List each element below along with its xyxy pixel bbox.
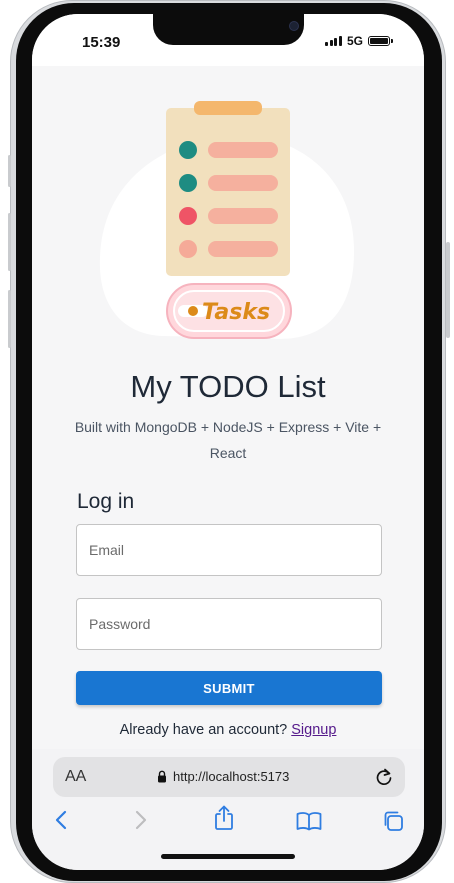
url-display[interactable]: http://localhost:5173 <box>157 769 289 784</box>
url-text: http://localhost:5173 <box>173 769 290 784</box>
app-subtitle: Built with MongoDB + NodeJS + Express + … <box>74 419 382 461</box>
tasks-label: Tasks <box>202 300 270 325</box>
todo-illustration: Tasks <box>99 101 354 339</box>
notch <box>153 14 304 45</box>
submit-button[interactable]: SUBMIT <box>76 671 382 705</box>
app-title: My TODO List <box>130 369 326 404</box>
bookmarks-icon[interactable] <box>296 811 322 831</box>
battery-icon <box>368 36 393 46</box>
home-indicator <box>161 854 295 859</box>
task-dot-icon <box>179 207 197 225</box>
camera-icon <box>289 21 299 31</box>
task-dot-icon <box>179 174 197 192</box>
text-size-button[interactable]: AA <box>65 768 86 786</box>
login-heading: Log in <box>77 490 135 513</box>
status-indicators: 5G <box>325 34 393 48</box>
signup-row: Already have an account? Signup <box>32 722 424 738</box>
share-icon[interactable] <box>213 805 235 831</box>
task-dot-icon <box>179 240 197 258</box>
task-bar-icon <box>208 175 278 191</box>
signal-icon <box>325 36 342 46</box>
clipboard-clip-icon <box>194 101 262 115</box>
back-icon[interactable] <box>54 809 68 831</box>
browser-bar: AA http://localhost:5173 <box>32 749 424 870</box>
network-type: 5G <box>346 34 363 48</box>
power-button <box>446 242 450 338</box>
tabs-icon[interactable] <box>382 810 404 832</box>
signup-link[interactable]: Signup <box>291 722 336 738</box>
forward-icon[interactable] <box>134 809 148 831</box>
task-bar-icon <box>208 241 278 257</box>
signup-prompt: Already have an account? <box>119 722 288 738</box>
task-dot-icon <box>179 141 197 159</box>
password-field[interactable] <box>76 598 382 650</box>
task-bar-icon <box>208 208 278 224</box>
lock-icon <box>158 770 166 783</box>
volume-down-button <box>8 290 11 348</box>
toggle-knob-icon <box>188 306 198 316</box>
status-bar: 15:39 5G <box>32 14 424 66</box>
status-time: 15:39 <box>82 34 121 51</box>
address-bar[interactable]: AA http://localhost:5173 <box>53 757 405 797</box>
reload-icon[interactable] <box>375 767 393 787</box>
phone-screen: 15:39 5G Tasks My TODO List Built with M… <box>32 14 424 870</box>
volume-up-button <box>8 213 11 271</box>
silent-switch <box>8 155 11 187</box>
text-size-label: AA <box>65 768 87 785</box>
task-bar-icon <box>208 142 278 158</box>
email-field[interactable] <box>76 524 382 576</box>
